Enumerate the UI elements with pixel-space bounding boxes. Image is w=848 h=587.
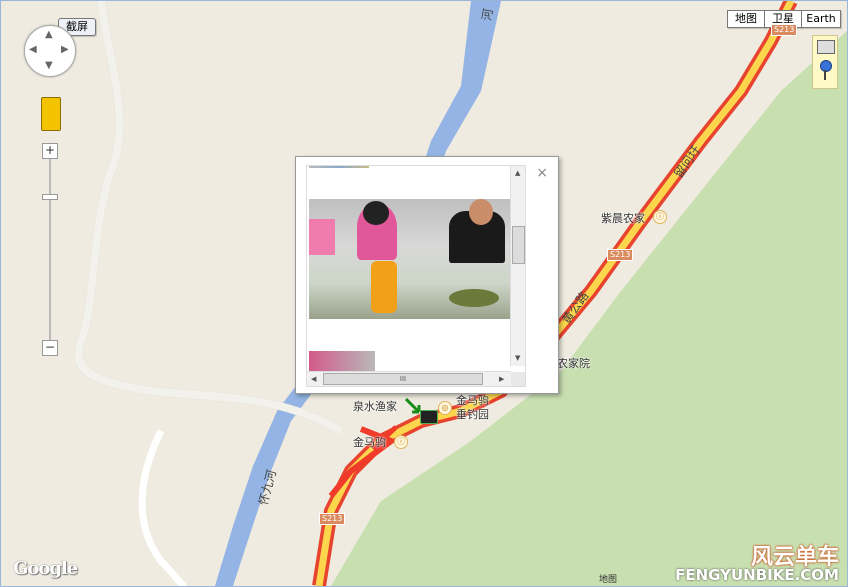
- poi-icon[interactable]: ◎: [438, 401, 452, 415]
- map-type-map-button[interactable]: 地图: [727, 10, 765, 28]
- road-shield: S213: [771, 24, 798, 36]
- pin-icon[interactable]: [820, 60, 832, 72]
- pin-stem-icon: [824, 70, 826, 80]
- place-label-quanshui[interactable]: 泉水渔家: [353, 398, 397, 414]
- camera-marker-icon[interactable]: [420, 410, 438, 424]
- place-label-zichen[interactable]: 紫晨农家: [601, 210, 645, 226]
- place-label-jinmaju-yard[interactable]: 金马驹 垂钓园: [456, 394, 489, 422]
- map-attribution[interactable]: 地图: [599, 572, 617, 585]
- map-canvas[interactable]: 地图 卫星 Earth 截屏 ▲ ▼ ◀ ▶ + − 紫晨农家 ⓘ 农家院 泉水…: [0, 0, 848, 587]
- vertical-scrollbar[interactable]: ▲ ▼: [510, 166, 525, 366]
- clapper-icon[interactable]: [817, 40, 835, 54]
- place-label-nongjiayuan[interactable]: 农家院: [557, 355, 590, 371]
- zoom-slider-handle[interactable]: [42, 194, 58, 200]
- photo-dish: [449, 289, 499, 307]
- photo-thumbnail[interactable]: [309, 351, 375, 371]
- scroll-corner: [511, 372, 525, 386]
- scroll-left-icon[interactable]: ◀: [311, 375, 316, 383]
- pan-up-icon[interactable]: ▲: [45, 29, 53, 40]
- google-logo[interactable]: Google: [13, 558, 78, 579]
- pan-control[interactable]: ▲ ▼ ◀ ▶: [24, 25, 76, 77]
- map-type-earth-button[interactable]: Earth: [801, 10, 841, 28]
- photo-strip: [309, 166, 369, 168]
- road-shield: S213: [319, 513, 346, 525]
- pan-down-icon[interactable]: ▼: [45, 60, 53, 71]
- close-icon[interactable]: ×: [536, 165, 548, 181]
- pan-right-icon[interactable]: ▶: [61, 44, 69, 55]
- scroll-down-icon[interactable]: ▼: [515, 354, 520, 362]
- photo-person-face: [469, 199, 493, 225]
- zoom-out-button[interactable]: −: [42, 340, 58, 356]
- poi-icon[interactable]: ⓘ: [653, 210, 667, 224]
- poi-icon[interactable]: ⓘ: [394, 435, 408, 449]
- info-window: × ▲ ▼ ◀ III ▶: [295, 156, 559, 394]
- pan-left-icon[interactable]: ◀: [29, 44, 37, 55]
- place-label-jinmaju[interactable]: 金马驹: [353, 434, 386, 450]
- watermark-en: FENGYUNBIKE.COM: [675, 566, 839, 584]
- photo-bottle: [371, 261, 397, 313]
- photo-person-hair: [363, 201, 389, 225]
- info-window-content[interactable]: ▲ ▼ ◀ III ▶: [306, 165, 526, 387]
- street-view-pegman-icon[interactable]: [41, 97, 61, 131]
- horizontal-scroll-thumb[interactable]: III: [323, 373, 483, 385]
- scroll-up-icon[interactable]: ▲: [515, 169, 520, 177]
- scroll-right-icon[interactable]: ▶: [499, 375, 504, 383]
- horizontal-scrollbar[interactable]: ◀ III ▶: [307, 371, 511, 386]
- photo-image[interactable]: [309, 199, 512, 319]
- road-shield: S213: [607, 249, 634, 261]
- zoom-track[interactable]: [49, 159, 51, 341]
- vertical-scroll-thumb[interactable]: [512, 226, 525, 264]
- arrow-icon: [404, 397, 421, 414]
- tool-palette: [812, 35, 838, 89]
- photo-person: [309, 219, 335, 255]
- zoom-in-button[interactable]: +: [42, 143, 58, 159]
